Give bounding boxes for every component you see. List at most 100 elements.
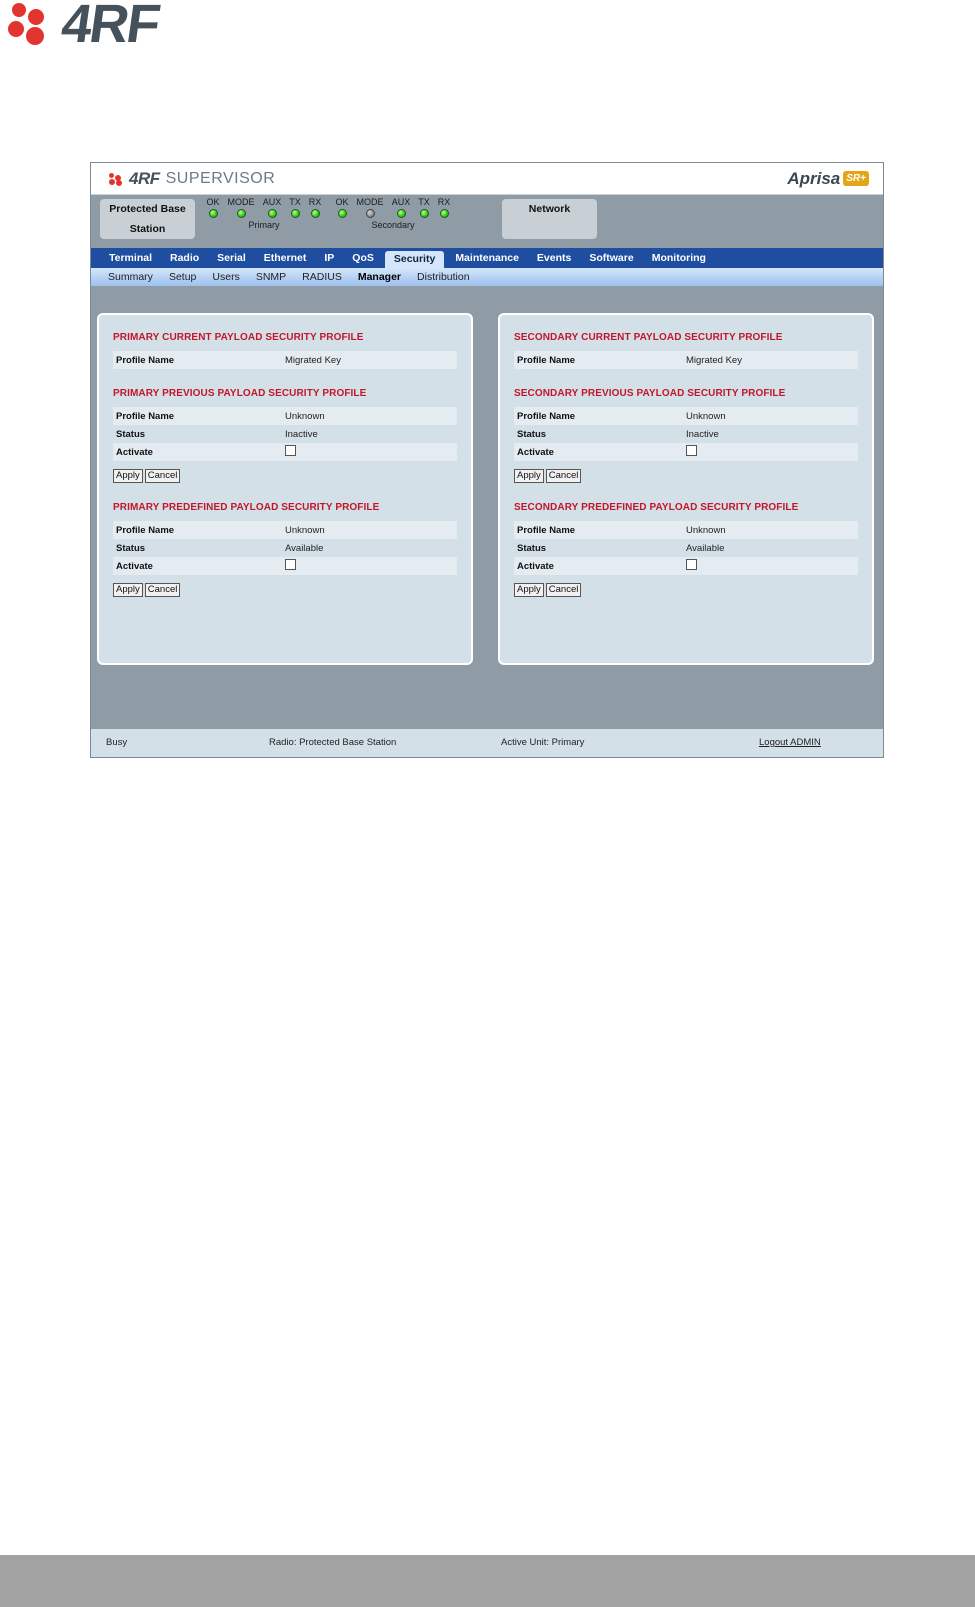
secondary-group-label: Secondary bbox=[371, 220, 415, 230]
subtab-summary[interactable]: Summary bbox=[100, 271, 161, 283]
primary-previous-cancel-button[interactable]: Cancel bbox=[144, 469, 181, 483]
activate-label: Activate bbox=[116, 560, 153, 572]
secondary-previous-activate-checkbox[interactable] bbox=[686, 445, 697, 456]
profile-name-label: Profile Name bbox=[116, 524, 175, 536]
primary-current-profile-value: Migrated Key bbox=[285, 354, 341, 366]
tab-events[interactable]: Events bbox=[528, 248, 580, 268]
secondary-current-title: SECONDARY CURRENT PAYLOAD SECURITY PROFI… bbox=[514, 332, 783, 343]
primary-predefined-title: PRIMARY PREDEFINED PAYLOAD SECURITY PROF… bbox=[113, 502, 380, 513]
secondary-ok-led-icon bbox=[337, 209, 347, 218]
primary-predefined-activate-checkbox[interactable] bbox=[285, 559, 296, 570]
tab-monitoring[interactable]: Monitoring bbox=[643, 248, 715, 268]
activate-label: Activate bbox=[517, 446, 554, 458]
subtab-snmp[interactable]: SNMP bbox=[248, 271, 294, 283]
primary-current-profile-row: Profile Name Migrated Key bbox=[113, 351, 457, 369]
status-label: Status bbox=[517, 428, 547, 440]
led-label: TX bbox=[418, 197, 430, 207]
status-label: Status bbox=[116, 428, 146, 440]
subtab-distribution[interactable]: Distribution bbox=[409, 271, 478, 283]
secondary-predefined-profile-value: Unknown bbox=[686, 524, 726, 536]
secondary-previous-status-row: Status Inactive bbox=[514, 425, 858, 443]
subtab-manager[interactable]: Manager bbox=[350, 271, 409, 283]
profile-name-label: Profile Name bbox=[517, 410, 576, 422]
tab-ip[interactable]: IP bbox=[315, 248, 343, 268]
secondary-predefined-activate-row: Activate bbox=[514, 557, 858, 575]
aprisa-logo: Aprisa SR+ bbox=[787, 169, 869, 189]
primary-previous-status-value: Inactive bbox=[285, 428, 318, 440]
primary-predefined-cancel-button[interactable]: Cancel bbox=[144, 583, 181, 597]
content-area: PRIMARY CURRENT PAYLOAD SECURITY PROFILE… bbox=[91, 286, 883, 719]
secondary-predefined-status-value: Available bbox=[686, 542, 725, 554]
primary-led-group: OK MODE AUX TX RX Primary bbox=[203, 197, 325, 230]
led-label: OK bbox=[206, 197, 220, 207]
tab-security[interactable]: Security bbox=[384, 251, 445, 268]
tab-terminal[interactable]: Terminal bbox=[100, 248, 161, 268]
primary-ok-led-icon bbox=[208, 209, 218, 218]
profile-name-label: Profile Name bbox=[116, 354, 175, 366]
primary-panel: PRIMARY CURRENT PAYLOAD SECURITY PROFILE… bbox=[97, 313, 473, 665]
station-line-2: Station bbox=[129, 223, 166, 235]
secondary-previous-status-value: Inactive bbox=[686, 428, 719, 440]
primary-previous-activate-row: Activate bbox=[113, 443, 457, 461]
secondary-previous-title: SECONDARY PREVIOUS PAYLOAD SECURITY PROF… bbox=[514, 388, 786, 399]
primary-predefined-activate-row: Activate bbox=[113, 557, 457, 575]
status-footer: Busy Radio: Protected Base Station Activ… bbox=[91, 729, 883, 757]
logo-dots-icon bbox=[8, 1, 56, 47]
secondary-tx-led-icon bbox=[419, 209, 429, 218]
app-header: 4RF SUPERVISOR Aprisa SR+ bbox=[91, 163, 883, 195]
4rf-logo: 4RF bbox=[8, 0, 162, 54]
brand-name: 4RF bbox=[129, 168, 160, 188]
secondary-rx-led-icon bbox=[439, 209, 449, 218]
led-label: AUX bbox=[391, 197, 411, 207]
primary-previous-apply-button[interactable]: Apply bbox=[113, 469, 143, 483]
led-label: MODE bbox=[227, 197, 255, 207]
primary-previous-title: PRIMARY PREVIOUS PAYLOAD SECURITY PROFIL… bbox=[113, 388, 367, 399]
tab-radio[interactable]: Radio bbox=[161, 248, 208, 268]
subtab-users[interactable]: Users bbox=[204, 271, 247, 283]
led-label: OK bbox=[335, 197, 349, 207]
secondary-mode-led-icon bbox=[365, 209, 375, 218]
model-badge: SR+ bbox=[843, 171, 869, 186]
primary-predefined-profile-value: Unknown bbox=[285, 524, 325, 536]
tab-maintenance[interactable]: Maintenance bbox=[446, 248, 528, 268]
secondary-predefined-status-row: Status Available bbox=[514, 539, 858, 557]
led-label: RX bbox=[308, 197, 322, 207]
led-label: TX bbox=[289, 197, 301, 207]
logout-link[interactable]: Logout ADMIN bbox=[759, 737, 821, 748]
primary-predefined-status-row: Status Available bbox=[113, 539, 457, 557]
led-label: AUX bbox=[262, 197, 282, 207]
secondary-previous-apply-button[interactable]: Apply bbox=[514, 469, 544, 483]
main-nav: Terminal Radio Serial Ethernet IP QoS Se… bbox=[91, 248, 883, 268]
secondary-current-profile-value: Migrated Key bbox=[686, 354, 742, 366]
radio-status: Radio: Protected Base Station bbox=[269, 737, 397, 748]
status-label: Status bbox=[116, 542, 146, 554]
subtab-setup[interactable]: Setup bbox=[161, 271, 204, 283]
secondary-previous-profile-value: Unknown bbox=[686, 410, 726, 422]
busy-status: Busy bbox=[106, 737, 128, 748]
primary-aux-led-icon bbox=[267, 209, 277, 218]
secondary-predefined-cancel-button[interactable]: Cancel bbox=[545, 583, 582, 597]
status-label: Status bbox=[517, 542, 547, 554]
tab-software[interactable]: Software bbox=[580, 248, 642, 268]
tab-ethernet[interactable]: Ethernet bbox=[255, 248, 316, 268]
secondary-predefined-activate-checkbox[interactable] bbox=[686, 559, 697, 570]
primary-rx-led-icon bbox=[310, 209, 320, 218]
primary-group-label: Primary bbox=[248, 220, 280, 230]
secondary-current-profile-row: Profile Name Migrated Key bbox=[514, 351, 858, 369]
brand-dots-icon bbox=[109, 172, 123, 186]
primary-previous-activate-checkbox[interactable] bbox=[285, 445, 296, 456]
tab-serial[interactable]: Serial bbox=[208, 248, 255, 268]
secondary-led-group: OK MODE AUX TX RX Secondary bbox=[332, 197, 454, 230]
primary-predefined-apply-button[interactable]: Apply bbox=[113, 583, 143, 597]
subtab-radius[interactable]: RADIUS bbox=[294, 271, 350, 283]
secondary-predefined-profile-row: Profile Name Unknown bbox=[514, 521, 858, 539]
secondary-predefined-title: SECONDARY PREDEFINED PAYLOAD SECURITY PR… bbox=[514, 502, 799, 513]
tab-qos[interactable]: QoS bbox=[343, 248, 383, 268]
led-label: RX bbox=[437, 197, 451, 207]
secondary-previous-cancel-button[interactable]: Cancel bbox=[545, 469, 582, 483]
supervisor-screenshot: 4RF SUPERVISOR Aprisa SR+ Protected Base… bbox=[90, 162, 884, 758]
secondary-predefined-apply-button[interactable]: Apply bbox=[514, 583, 544, 597]
active-unit-status: Active Unit: Primary bbox=[501, 737, 585, 748]
primary-mode-led-icon bbox=[236, 209, 246, 218]
network-box[interactable]: Network bbox=[502, 199, 597, 239]
